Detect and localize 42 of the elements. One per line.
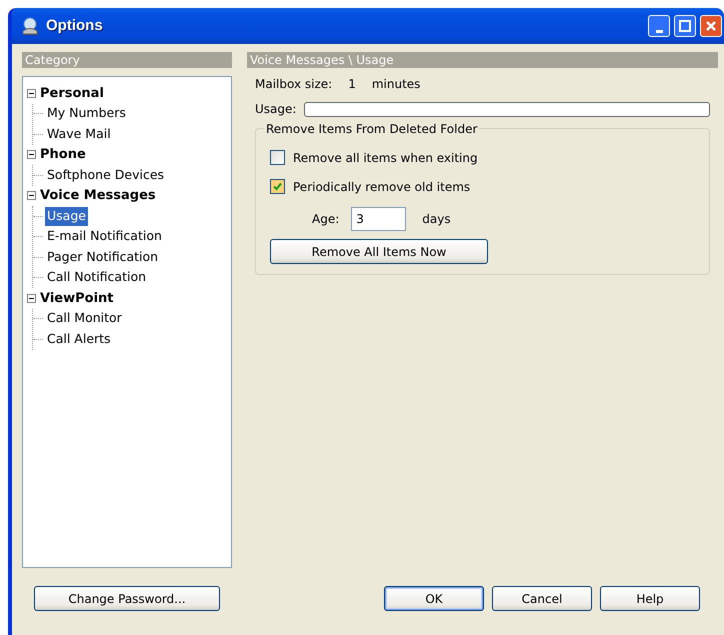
- field-label: Usage:: [255, 101, 296, 118]
- collapse-icon[interactable]: [27, 150, 36, 160]
- tree-item[interactable]: Personal: [38, 84, 106, 103]
- tree-item[interactable]: E-mail Notification: [45, 227, 164, 246]
- tree-item[interactable]: Phone: [38, 145, 88, 164]
- collapse-icon[interactable]: [27, 191, 36, 200]
- panel-header: Category: [22, 52, 232, 68]
- collapse-icon[interactable]: [27, 88, 36, 98]
- tree-item[interactable]: Softphone Devices: [45, 166, 166, 185]
- minimize-icon: [656, 30, 662, 32]
- panel-header: Voice Messages \ Usage: [247, 52, 718, 68]
- dialog-button[interactable]: Help: [600, 586, 700, 611]
- tree-item[interactable]: My Numbers: [45, 104, 128, 124]
- tree-item[interactable]: ViewPoint: [38, 288, 116, 308]
- field-label: Mailbox size:: [255, 76, 332, 93]
- remove-all-items-button[interactable]: Remove All Items Now: [270, 239, 488, 264]
- collapse-icon[interactable]: [27, 294, 36, 303]
- dialog-button[interactable]: Cancel: [492, 586, 592, 611]
- minimize-button[interactable]: [648, 15, 670, 37]
- checkbox[interactable]: [270, 150, 285, 165]
- age-input-field[interactable]: 3: [351, 207, 406, 231]
- tree-item[interactable]: Call Notification: [45, 268, 148, 288]
- dialog-button[interactable]: OK: [384, 586, 484, 611]
- maximize-button[interactable]: [674, 15, 696, 37]
- tree-item[interactable]: Wave Mail: [45, 124, 113, 144]
- close-icon: [705, 20, 717, 32]
- tree-item[interactable]: Call Alerts: [45, 330, 113, 349]
- unit-label: days: [422, 211, 451, 228]
- unit-label: minutes: [372, 76, 420, 93]
- change-password-button[interactable]: Change Password...: [34, 586, 220, 611]
- maximize-icon: [679, 20, 691, 32]
- tree-item[interactable]: Pager Notification: [45, 248, 160, 267]
- checkbox[interactable]: [270, 179, 285, 194]
- checkbox-label[interactable]: Remove all items when exiting: [293, 148, 478, 166]
- window-title: Options: [46, 16, 103, 36]
- tree-item[interactable]: Voice Messages: [38, 186, 158, 206]
- close-button[interactable]: [700, 15, 722, 37]
- mailbox-size-value: 1: [348, 76, 356, 93]
- checkbox-label[interactable]: Periodically remove old items: [293, 178, 470, 196]
- tree-item[interactable]: Usage: [45, 206, 88, 226]
- field-label: Age:: [312, 211, 340, 228]
- tree-item[interactable]: Call Monitor: [45, 309, 124, 328]
